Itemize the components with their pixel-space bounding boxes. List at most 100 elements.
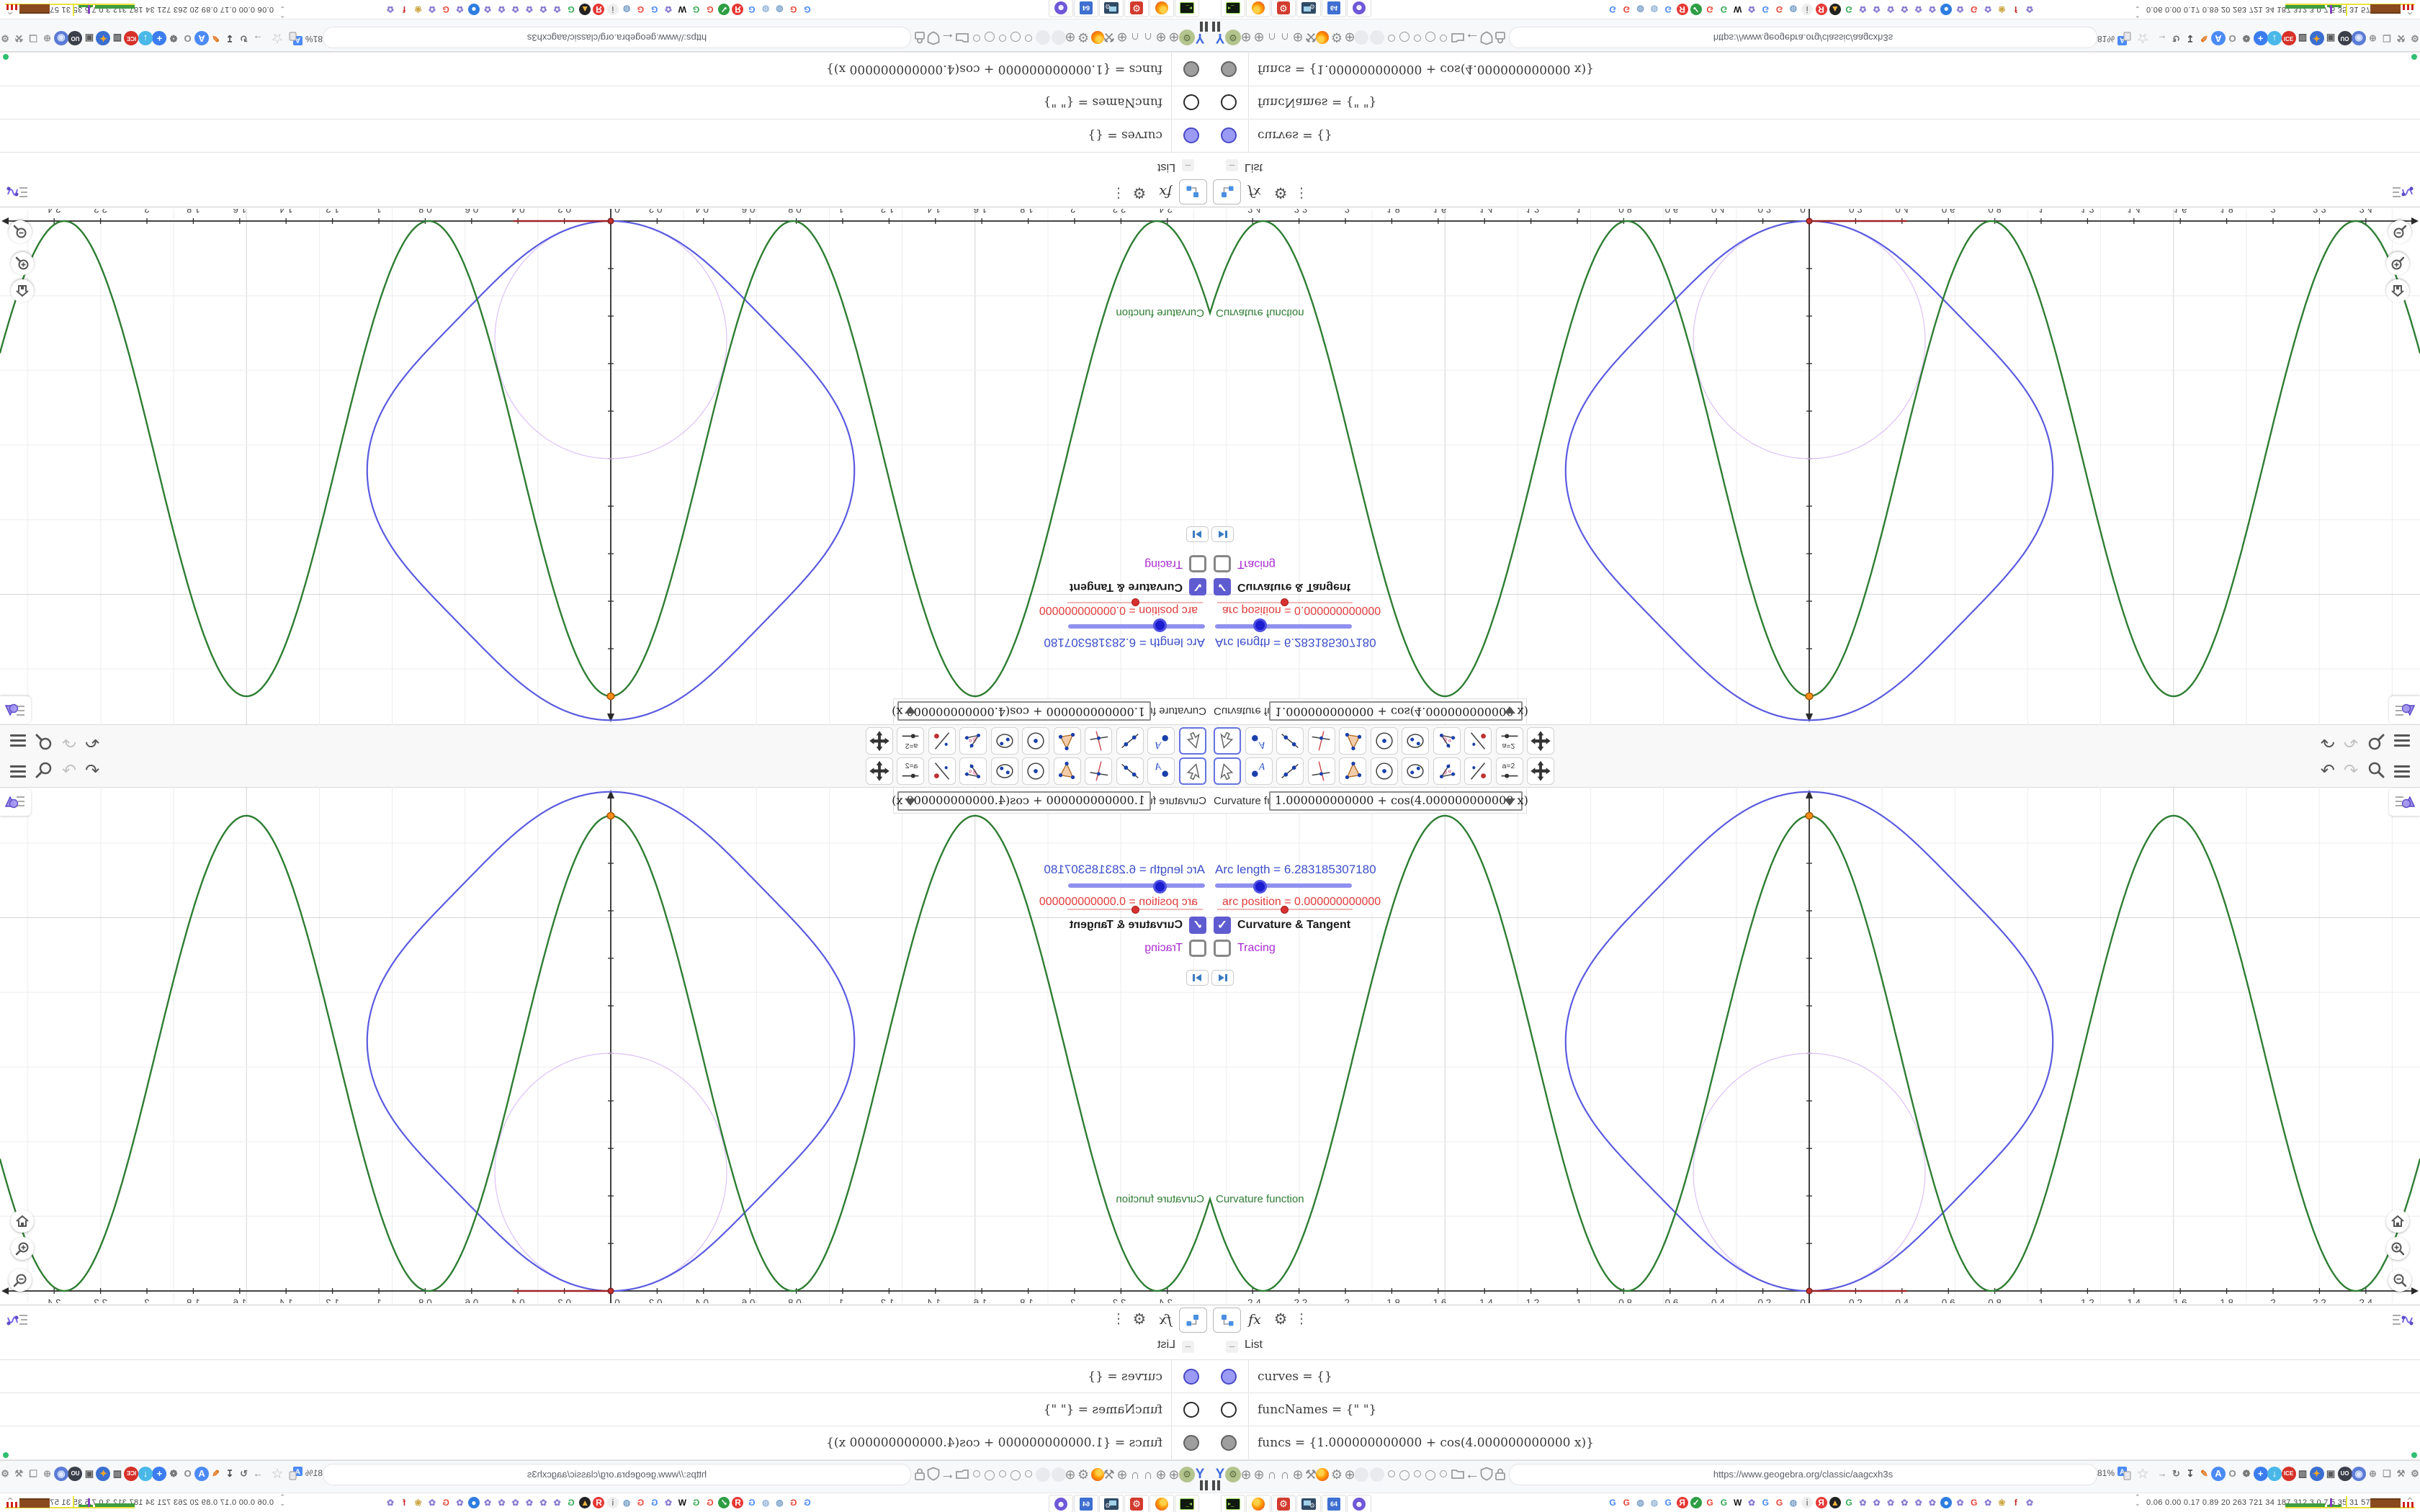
bookmark-star-icon[interactable]: ☆: [2135, 30, 2151, 45]
redo-button[interactable]: ↷: [2344, 762, 2358, 780]
taskbar-firefox-button[interactable]: [1150, 0, 1174, 17]
bookmark-favicon[interactable]: G: [788, 4, 799, 15]
extension-dot-icon[interactable]: [1025, 1470, 1032, 1477]
trash-icon[interactable]: ▥: [110, 1467, 125, 1481]
url-bar[interactable]: https://www.geogebra.org/classic/aagcxh3…: [1509, 1464, 2097, 1485]
bookmark-favicon[interactable]: ✿: [510, 4, 521, 15]
tool-reflect-about-line-button[interactable]: [1464, 757, 1492, 785]
visibility-circle-funcnames[interactable]: [1183, 1402, 1199, 1418]
hamburger-menu-icon[interactable]: [10, 762, 26, 780]
bookmark-favicon[interactable]: G: [1774, 4, 1785, 15]
chevron-up-icon[interactable]: ⌃: [2406, 1495, 2414, 1508]
bookmark-favicon[interactable]: f: [398, 1497, 410, 1508]
bookmark-favicon[interactable]: ✿: [385, 4, 396, 15]
bookmark-favicon[interactable]: ▲: [579, 1497, 591, 1508]
bookmark-favicon[interactable]: i: [606, 1497, 619, 1508]
bookmark-favicon[interactable]: Я: [1815, 1497, 1827, 1508]
chevron-up-icon[interactable]: ⌃: [2406, 4, 2414, 17]
tool-ellipse-button[interactable]: [1402, 757, 1429, 785]
url-bar[interactable]: https://www.geogebra.org/classic/aagcxh3…: [323, 1464, 911, 1485]
url-bar[interactable]: https://www.geogebra.org/classic/aagcxh3…: [323, 27, 911, 48]
undo-button[interactable]: ↶: [85, 761, 99, 780]
bookmark-favicon[interactable]: Я: [732, 1497, 744, 1508]
tool-point-button[interactable]: A: [1147, 727, 1175, 755]
taskbar-settings-button[interactable]: ⚙: [1124, 1495, 1149, 1512]
bookmark-favicon[interactable]: ◍: [774, 4, 785, 15]
zoom-in-button[interactable]: [11, 252, 34, 275]
arc-length-slider[interactable]: [1215, 618, 1352, 632]
bookmark-favicon[interactable]: G: [1760, 1497, 1771, 1508]
taskbar-firefox-button[interactable]: [1246, 0, 1270, 17]
graphics-stylebar-button[interactable]: [0, 788, 31, 816]
back-arrow-icon[interactable]: ←: [940, 1466, 956, 1482]
arc-position-slider-knob[interactable]: [1131, 906, 1139, 914]
zoom-out-button[interactable]: [2388, 1269, 2411, 1292]
bookmark-favicon[interactable]: ●: [1940, 4, 1953, 15]
bookmark-favicon[interactable]: i: [1801, 1497, 1814, 1508]
bookmark-favicon[interactable]: ❀: [1996, 4, 2007, 15]
add-icon[interactable]: +: [2253, 1467, 2268, 1481]
page-zoom-level[interactable]: 81%: [2097, 1468, 2115, 1478]
bookmark-favicon[interactable]: ✓: [718, 1497, 730, 1508]
bookmark-favicon[interactable]: f: [398, 4, 410, 15]
back-arrow-icon[interactable]: ←: [1464, 1467, 1480, 1482]
home-button[interactable]: [2386, 279, 2409, 302]
redo-button[interactable]: ↷: [62, 761, 76, 780]
taskbar-gimp-button[interactable]: 64: [1074, 0, 1098, 17]
tool-move-graphics-view-button[interactable]: [1527, 727, 1554, 755]
archive-icon[interactable]: ▣: [82, 31, 97, 45]
mouse-icon[interactable]: O: [181, 31, 195, 45]
visibility-circle-curves[interactable]: [1183, 1369, 1199, 1385]
arc-position-slider[interactable]: [1067, 906, 1203, 914]
ublock-icon[interactable]: UO: [2337, 31, 2352, 45]
bookmark-favicon[interactable]: ✿: [663, 1497, 674, 1508]
tool-line-button[interactable]: [1276, 757, 1304, 785]
algebra-stylebar-icon[interactable]: [4, 1308, 30, 1331]
kebab-menu-icon[interactable]: ⋮: [1112, 1308, 1126, 1331]
bookmark-favicon[interactable]: Я: [732, 4, 744, 15]
visibility-circle-funcnames[interactable]: [1221, 1402, 1237, 1418]
gear-icon[interactable]: ⚙: [0, 1467, 12, 1481]
bookmark-favicon[interactable]: ✿: [1927, 1497, 1938, 1508]
tool-point-button[interactable]: A: [1147, 757, 1175, 785]
bookmark-favicon[interactable]: Я: [1676, 1497, 1688, 1508]
algebra-stylebar-icon[interactable]: [2390, 181, 2416, 204]
arc-position-slider[interactable]: [1217, 598, 1353, 606]
page-zoom-level[interactable]: 81%: [305, 34, 323, 44]
shield-icon[interactable]: [926, 1467, 941, 1482]
bookmark-favicon[interactable]: G: [1843, 4, 1855, 15]
bookmark-favicon[interactable]: G: [1704, 1497, 1716, 1508]
globe-ext-icon[interactable]: ✦: [96, 1467, 111, 1481]
play-pause-button[interactable]: [1211, 526, 1234, 542]
tool-polygon-button[interactable]: [1054, 757, 1081, 785]
gear-icon[interactable]: ⚙: [1269, 1308, 1292, 1331]
bookmark-favicon[interactable]: G: [565, 4, 577, 15]
extension-circle-icon[interactable]: [985, 32, 995, 42]
tool-move-button[interactable]: [1179, 757, 1206, 785]
bookmark-favicon[interactable]: G: [788, 1497, 799, 1508]
download-icon[interactable]: ↧: [2183, 1467, 2197, 1481]
function-dropdown[interactable]: 1.000000000000 + cos(4.000000000000 x): [892, 701, 1151, 721]
extension-dot-icon[interactable]: [973, 1470, 980, 1477]
function-dropdown[interactable]: 1.000000000000 + cos(4.000000000000 x): [892, 791, 1151, 811]
bookmark-favicon[interactable]: G: [565, 1497, 577, 1508]
tool-circle-center-point-button[interactable]: [1022, 757, 1050, 785]
taskbar-display-settings-button[interactable]: ⚙: [1099, 1495, 1124, 1512]
ice-icon[interactable]: ICE: [124, 31, 139, 45]
extension-dot-icon[interactable]: [1440, 35, 1447, 42]
translate-page-icon[interactable]: A: [2116, 1466, 2132, 1482]
bookmark-favicon[interactable]: ✿: [1871, 4, 1883, 15]
tool-reflect-about-line-button[interactable]: [1464, 727, 1492, 755]
taskbar-terminal-button[interactable]: ▸_: [1221, 0, 1245, 17]
bookmark-favicon[interactable]: G: [440, 4, 452, 15]
bookmark-favicon[interactable]: Я: [593, 4, 605, 15]
home-button[interactable]: [11, 279, 34, 302]
wrench-icon[interactable]: ⚒: [2394, 1467, 2408, 1481]
bookmark-favicon[interactable]: G: [691, 1497, 702, 1508]
extension-circle-icon[interactable]: [1425, 32, 1435, 42]
ice-icon[interactable]: ICE: [124, 1467, 139, 1481]
ublock-icon[interactable]: UO: [68, 31, 83, 45]
bookmark-favicon[interactable]: ✿: [496, 4, 507, 15]
visibility-circle-funcs[interactable]: [1183, 1435, 1199, 1451]
puzzle-icon[interactable]: ❑: [26, 1467, 40, 1481]
